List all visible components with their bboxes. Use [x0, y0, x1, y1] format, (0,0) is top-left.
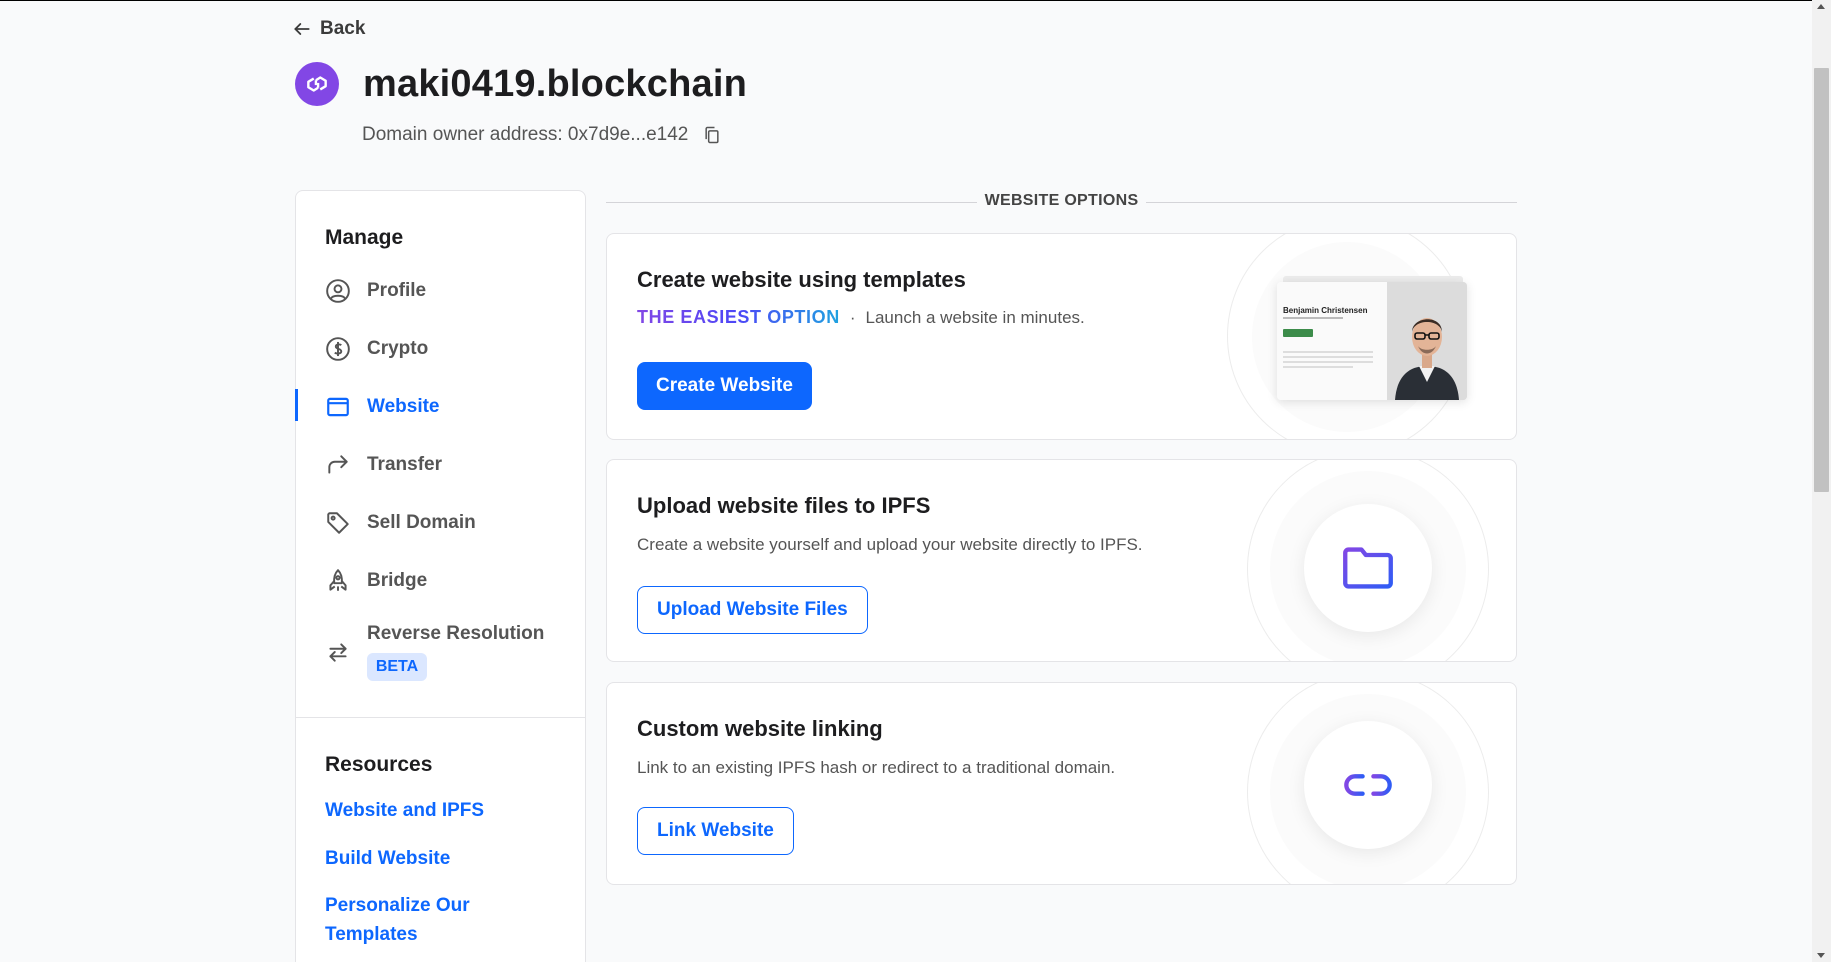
resources-heading: Resources [325, 753, 433, 776]
user-circle-icon [326, 279, 350, 303]
sidebar-item-website[interactable]: Website [295, 385, 585, 429]
preview-name: Benjamin Christensen [1283, 306, 1368, 315]
divider-line [1146, 202, 1517, 203]
sidebar-item-label: Crypto [367, 338, 429, 359]
sidebar-divider [296, 717, 585, 718]
upload-website-files-button[interactable]: Upload Website Files [637, 586, 868, 634]
sidebar-item-profile[interactable]: Profile [296, 269, 585, 313]
tag-icon [327, 512, 349, 534]
page: Back maki0419.blockchain Domain owner ad… [0, 0, 1812, 962]
website-options-divider: WEBSITE OPTIONS [606, 192, 1517, 212]
sidebar-item-bridge[interactable]: Bridge [296, 559, 585, 603]
owner-address: Domain owner address: 0x7d9e...e142 [362, 124, 689, 145]
back-link[interactable]: Back [292, 18, 365, 40]
sidebar: Manage Profile Crypto Website Transfer S… [295, 190, 586, 962]
polygon-logo-icon [295, 62, 339, 106]
easiest-option-tag: THE EASIEST OPTION [637, 307, 840, 327]
preview-text-column: Benjamin Christensen [1277, 282, 1387, 400]
link-website-button[interactable]: Link Website [637, 807, 794, 855]
resource-link-personalize-templates[interactable]: Personalize Our Templates [325, 891, 525, 949]
arrow-left-icon [294, 23, 310, 35]
card-create-website: Create website using templates THE EASIE… [606, 233, 1517, 440]
portrait-photo [1387, 282, 1467, 400]
resource-link-website-ipfs[interactable]: Website and IPFS [325, 796, 525, 825]
scroll-up-icon[interactable] [1817, 4, 1825, 9]
card-title: Upload website files to IPFS [637, 493, 931, 518]
sidebar-item-label: Sell Domain [367, 512, 476, 533]
link-icon-badge [1304, 721, 1432, 849]
card-description: Link to an existing IPFS hash or redirec… [637, 758, 1116, 777]
folder-icon-badge [1304, 504, 1432, 632]
scroll-down-icon[interactable] [1817, 953, 1825, 958]
manage-heading: Manage [325, 226, 404, 249]
back-label: Back [320, 18, 366, 39]
preview-subtitle-line [1283, 317, 1343, 319]
folder-icon [1343, 547, 1393, 589]
sidebar-item-label: Reverse Resolution [367, 623, 545, 644]
card-description: Launch a website in minutes. [865, 307, 1085, 327]
beta-badge: BETA [367, 653, 427, 681]
card-tagline-row: THE EASIEST OPTION · Launch a website in… [637, 307, 1085, 328]
separator-dot: · [849, 307, 856, 327]
reverse-resolution-text: Reverse Resolution BETA [367, 623, 544, 681]
create-website-button[interactable]: Create Website [637, 362, 812, 410]
template-preview-image: Benjamin Christensen [1277, 276, 1467, 400]
domain-header: maki0419.blockchain [295, 62, 747, 106]
sidebar-item-label: Bridge [367, 570, 428, 591]
vertical-scrollbar[interactable] [1812, 0, 1831, 962]
preview-text-lines [1283, 351, 1387, 368]
sidebar-item-crypto[interactable]: Crypto [296, 327, 585, 371]
sidebar-item-transfer[interactable]: Transfer [296, 443, 585, 487]
preview-page: Benjamin Christensen [1277, 282, 1467, 400]
sidebar-item-label: Transfer [367, 454, 442, 475]
owner-address-row: Domain owner address: 0x7d9e...e142 [362, 124, 722, 146]
copy-icon[interactable] [702, 125, 722, 145]
browser-window-icon [327, 397, 349, 417]
resource-link-build-website[interactable]: Build Website [325, 844, 525, 873]
preview-button [1283, 329, 1313, 337]
sidebar-item-reverse-resolution[interactable]: Reverse Resolution BETA [296, 619, 585, 685]
page-title: maki0419.blockchain [363, 62, 748, 105]
arrow-forward-icon [328, 455, 348, 474]
top-border [0, 0, 1812, 1]
card-description: Create a website yourself and upload you… [637, 535, 1143, 554]
card-upload-ipfs: Upload website files to IPFS Create a we… [606, 459, 1517, 662]
card-custom-linking: Custom website linking Link to an existi… [606, 682, 1517, 885]
sidebar-item-label: Profile [367, 280, 427, 301]
rocket-icon [329, 569, 347, 591]
card-title: Create website using templates [637, 267, 966, 292]
sidebar-item-sell-domain[interactable]: Sell Domain [296, 501, 585, 545]
section-label: WEBSITE OPTIONS [984, 192, 1139, 209]
card-title: Custom website linking [637, 716, 883, 741]
dollar-circle-icon [326, 337, 350, 361]
link-icon [1344, 774, 1392, 796]
swap-arrows-icon [329, 643, 347, 662]
scrollbar-thumb[interactable] [1814, 68, 1829, 492]
sidebar-item-label: Website [367, 396, 440, 417]
